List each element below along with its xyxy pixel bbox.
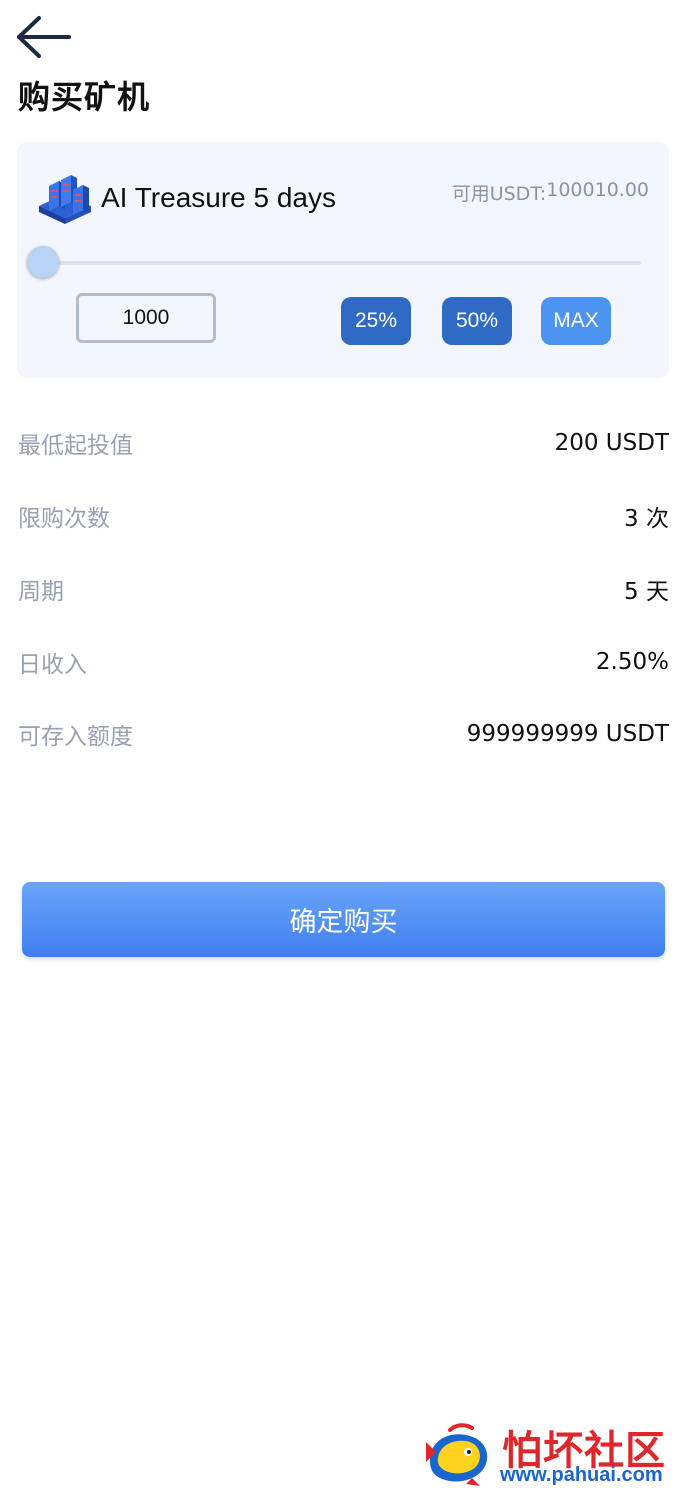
product-name: AI Treasure 5 days (101, 182, 337, 213)
page-title: 购买矿机 (18, 78, 151, 116)
fish-logo-icon (426, 1423, 488, 1486)
detail-value: 200 USDT (554, 430, 669, 456)
watermark: 怕坏社区 www.pahuai.com (420, 1418, 682, 1490)
product-card: AI Treasure 5 days 可用USDT: 100010.00 25%… (17, 142, 669, 378)
detail-label: 周期 (18, 579, 64, 605)
percent-25-button[interactable]: 25% (341, 297, 411, 345)
percent-50-button[interactable]: 50% (442, 297, 512, 345)
detail-label: 可存入额度 (18, 724, 133, 750)
amount-input[interactable] (76, 293, 216, 343)
watermark-url: www.pahuai.com (500, 1464, 663, 1486)
detail-label: 日收入 (18, 652, 87, 678)
server-rack-icon (39, 175, 91, 224)
back-button[interactable] (14, 14, 72, 60)
detail-row-period: 周期 5 天 (18, 569, 669, 609)
detail-row-min-investment: 最低起投值 200 USDT (18, 423, 669, 463)
available-balance: 可用USDT: 100010.00 (452, 179, 649, 206)
confirm-purchase-button[interactable]: 确定购买 (22, 882, 665, 957)
max-button[interactable]: MAX (541, 297, 611, 345)
detail-value: 999999999 USDT (466, 721, 669, 747)
available-value: 100010.00 (546, 179, 649, 201)
arrow-left-icon (17, 16, 71, 58)
detail-value: 3 次 (624, 506, 669, 532)
amount-slider[interactable] (27, 246, 647, 280)
detail-row-deposit-quota: 可存入额度 999999999 USDT (18, 714, 669, 754)
detail-label: 最低起投值 (18, 433, 133, 459)
slider-track[interactable] (41, 261, 641, 265)
detail-value: 5 天 (624, 579, 669, 605)
detail-row-purchase-limit: 限购次数 3 次 (18, 496, 669, 536)
detail-value: 2.50% (595, 649, 669, 675)
slider-thumb[interactable] (27, 246, 59, 278)
available-label: 可用USDT: (451, 183, 547, 205)
detail-label: 限购次数 (18, 506, 110, 532)
detail-row-daily-income: 日收入 2.50% (18, 642, 669, 682)
